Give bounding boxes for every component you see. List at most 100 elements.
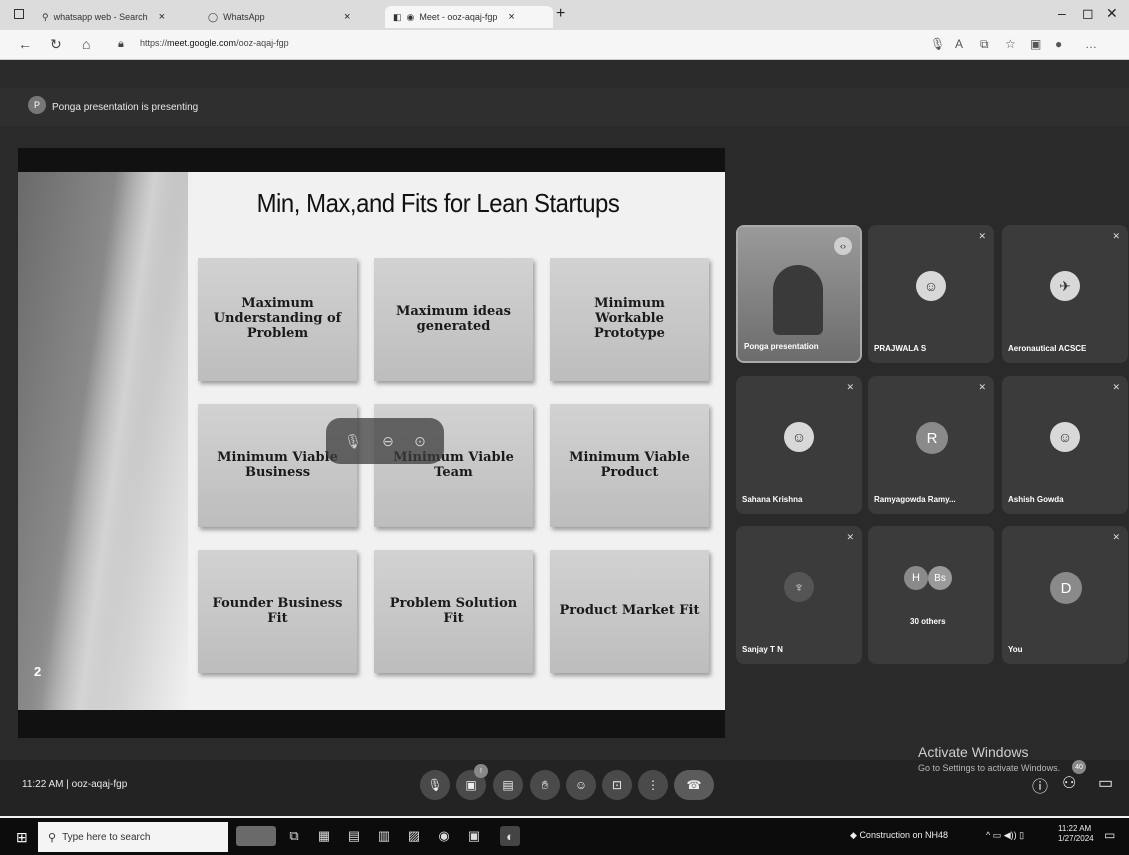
participant-name: PRAJWALA S: [874, 344, 927, 353]
more-options-button[interactable]: ⋮: [638, 770, 668, 800]
home-icon[interactable]: ⌂: [82, 36, 90, 52]
group-avatar: Bs: [928, 566, 952, 590]
participant-name: You: [1008, 645, 1023, 654]
zoom-out-icon[interactable]: ⊖: [382, 433, 394, 450]
participant-tile[interactable]: ✕ ☺ PRAJWALA S: [868, 225, 994, 363]
participant-name: Sanjay T N: [742, 645, 783, 654]
participant-photo: ☺: [784, 422, 814, 452]
url-path: /ooz-aqaj-fgp: [236, 38, 289, 48]
activate-windows-subtext: Go to Settings to activate Windows.: [918, 763, 1061, 773]
windows-start-icon[interactable]: ⊞: [16, 829, 28, 846]
slide-card: Minimum Viable Product: [550, 404, 709, 527]
teams-icon[interactable]: ▦: [314, 826, 334, 846]
tab-meet[interactable]: ◧ ◉ Meet - ooz-aqaj-fgp ×: [385, 6, 553, 28]
microphone-icon[interactable]: 🎙︎: [930, 37, 945, 51]
participant-tile[interactable]: ✕ R Ramyagowda Ramy...: [868, 376, 994, 514]
meet-favicon-icon: ◧: [393, 11, 402, 22]
people-icon[interactable]: ⚇: [1062, 773, 1076, 793]
more-icon[interactable]: ⊙: [414, 433, 426, 450]
collections-icon[interactable]: ▣: [1030, 37, 1041, 51]
close-tab-icon[interactable]: ×: [159, 11, 165, 23]
reactions-button[interactable]: ☺: [566, 770, 596, 800]
tab-actions-icon[interactable]: [14, 9, 24, 19]
participant-photo: ♆: [784, 572, 814, 602]
store-icon[interactable]: ▨: [404, 826, 424, 846]
extensions-icon[interactable]: ⧉: [980, 37, 989, 52]
slide-page-number: 2: [34, 664, 42, 679]
mic-off-icon: ✕: [1112, 532, 1120, 542]
tray-icons[interactable]: ^ ▭ ◀)) ▯: [986, 830, 1024, 841]
slide-card: Maximum Understanding of Problem: [198, 258, 357, 381]
read-aloud-icon[interactable]: A: [955, 37, 963, 51]
presenting-text: Ponga presentation is presenting: [52, 101, 199, 113]
close-tab-icon[interactable]: ×: [508, 11, 514, 23]
weather-icon: ◆: [850, 830, 857, 840]
favorites-icon[interactable]: ☆: [1005, 37, 1016, 51]
mic-toggle-button[interactable]: 🎙︎: [420, 770, 450, 800]
close-tab-whatsapp-area[interactable]: ×: [330, 6, 358, 28]
participant-tile[interactable]: ✕ ☺ Sahana Krishna: [736, 376, 862, 514]
tab-label: Meet - ooz-aqaj-fgp: [419, 12, 498, 22]
present-screen-button[interactable]: ⊡: [602, 770, 632, 800]
leave-call-button[interactable]: ☎︎: [674, 770, 714, 800]
participant-tile-group[interactable]: H Bs 30 others: [868, 526, 994, 664]
taskbar-search-box[interactable]: ⚲ Type here to search: [38, 822, 228, 852]
back-arrow-icon[interactable]: ←: [18, 36, 32, 52]
meeting-info: 11:22 AM | ooz-aqaj-fgp: [22, 779, 128, 790]
slide-card: Minimum Workable Prototype: [550, 258, 709, 381]
minimize-icon[interactable]: –: [1058, 5, 1066, 21]
participant-name: Ashish Gowda: [1008, 495, 1064, 504]
restore-icon[interactable]: ◻: [1082, 5, 1094, 22]
whatsapp-icon: ◯: [208, 11, 219, 22]
tab-whatsapp[interactable]: ◯ WhatsApp: [200, 6, 273, 28]
participant-tile[interactable]: ✕ ☺ Ashish Gowda: [1002, 376, 1128, 514]
participant-photo: ☺: [1050, 422, 1080, 452]
captions-button[interactable]: ▤: [493, 770, 523, 800]
presenter-overlay-controls: 🎙︎ ⊖ ⊙: [326, 418, 444, 464]
participant-tile[interactable]: ‹› Ponga presentation: [736, 225, 862, 363]
browser-tab-bar: ⚲ whatsapp web - Search × ◯ WhatsApp × ◧…: [0, 0, 1129, 30]
chat-icon[interactable]: ▭: [1098, 773, 1113, 793]
search-highlight-image[interactable]: [236, 826, 276, 846]
mic-off-icon: ✕: [846, 382, 854, 392]
presenter-avatar: P: [28, 96, 46, 114]
participant-count-badge: 40: [1072, 760, 1086, 774]
close-tab-icon[interactable]: ×: [344, 11, 350, 23]
participant-tile[interactable]: ✕ ♆ Sanjay T N: [736, 526, 862, 664]
lock-icon[interactable]: 🔒︎: [118, 38, 124, 51]
mic-off-icon: ✕: [1112, 231, 1120, 241]
tab-whatsapp-search[interactable]: ⚲ whatsapp web - Search ×: [34, 6, 173, 28]
activate-windows-watermark: Activate Windows: [918, 744, 1029, 760]
calendar-icon[interactable]: ▤: [344, 826, 364, 846]
mic-off-icon: ✕: [1112, 382, 1120, 392]
participant-silhouette: [773, 265, 823, 335]
task-view-icon[interactable]: ⧉: [284, 826, 304, 846]
audio-waves-icon: ‹›: [834, 237, 852, 255]
participant-initial-avatar: R: [916, 422, 948, 454]
notifications-icon[interactable]: ▭: [1104, 828, 1115, 842]
profile-icon[interactable]: ●: [1055, 37, 1062, 51]
mic-off-icon[interactable]: 🎙︎: [344, 433, 362, 450]
more-menu-icon[interactable]: …: [1085, 37, 1097, 51]
refresh-icon[interactable]: ↻: [50, 36, 62, 53]
taskbar-clock[interactable]: 11:22 AM 1/27/2024: [1058, 824, 1094, 843]
chrome-icon[interactable]: ◉: [434, 826, 454, 846]
mic-off-icon: ✕: [978, 382, 986, 392]
participant-photo: ✈: [1050, 271, 1080, 301]
app-icon[interactable]: ▣: [464, 826, 484, 846]
edge-icon[interactable]: ◐: [500, 826, 520, 846]
participant-name: Ponga presentation: [744, 342, 819, 351]
slide-card: Product Market Fit: [550, 550, 709, 673]
new-tab-button[interactable]: +: [556, 5, 565, 23]
meeting-details-icon[interactable]: ⓘ: [1032, 773, 1048, 797]
mic-off-icon: ✕: [846, 532, 854, 542]
close-window-icon[interactable]: ✕: [1106, 5, 1118, 22]
url-field[interactable]: https://meet.google.com/ooz-aqaj-fgp: [140, 38, 289, 48]
mic-off-icon: ✕: [978, 231, 986, 241]
weather-widget[interactable]: ◆ Construction on NH48: [850, 830, 948, 841]
raise-hand-button[interactable]: ✋︎: [530, 770, 560, 800]
presenting-banner: P Ponga presentation is presenting: [0, 88, 1129, 126]
participant-tile[interactable]: ✕ ✈ Aeronautical ACSCE: [1002, 225, 1128, 363]
files-icon[interactable]: ▥: [374, 826, 394, 846]
participant-tile-self[interactable]: ✕ D You: [1002, 526, 1128, 664]
